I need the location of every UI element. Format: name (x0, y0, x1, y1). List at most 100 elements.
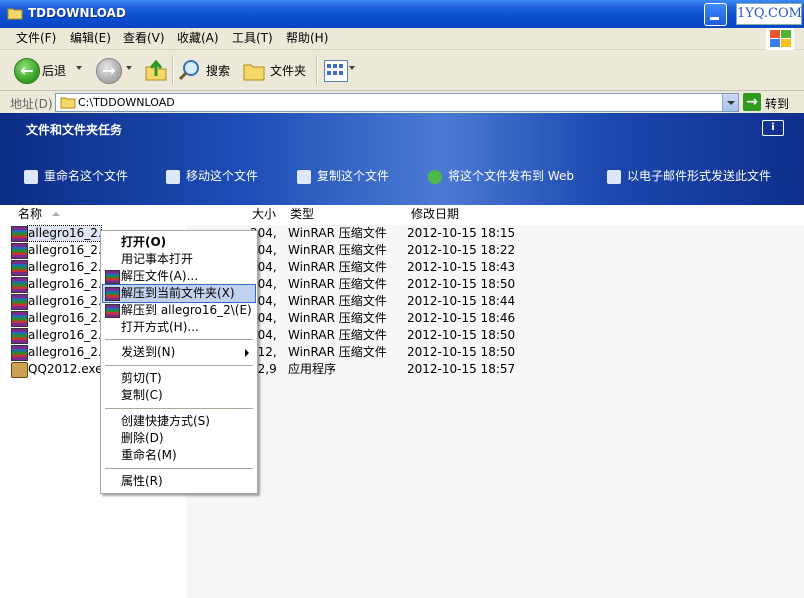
menu-item-label: 重命名(M) (121, 448, 177, 462)
folders-icon[interactable] (242, 60, 266, 82)
file-date: 2012-10-15 18:44 (407, 294, 516, 308)
menu-separator (105, 408, 253, 409)
menu-item-label: 打开方式(H)... (121, 320, 199, 334)
menu-separator (105, 365, 253, 366)
menu-item-label: 用记事本打开 (121, 252, 194, 266)
address-bar: 地址(D) C:\TDDOWNLOAD → 转到 (0, 91, 804, 113)
copy-icon (297, 169, 311, 184)
column-header-date[interactable]: 修改日期 (411, 206, 459, 222)
forward-button[interactable]: → (96, 58, 122, 84)
task-move[interactable]: 移动这个文件 (166, 167, 258, 185)
folder-up-icon[interactable] (144, 58, 168, 82)
winrar-archive-icon (11, 243, 28, 259)
address-label: 地址(D) (10, 97, 53, 111)
task-email[interactable]: 以电子邮件形式发送此文件 (607, 167, 771, 185)
title-bar[interactable]: TDDOWNLOAD 1YQ.COM (0, 0, 804, 28)
arrow-left-icon: ← (20, 61, 34, 80)
menu-item-label: 打开(O) (121, 235, 167, 249)
file-tasks-panel: 文件和文件夹任务 i 重命名这个文件 移动这个文件 复制这个文件 将这个文件发布… (0, 113, 804, 205)
menu-item-label: 发送到(N) (121, 345, 176, 359)
menu-tools[interactable]: 工具(T) (230, 30, 275, 46)
file-type: WinRAR 压缩文件 (288, 243, 387, 257)
task-label: 将这个文件发布到 Web (448, 169, 574, 183)
task-publish-web[interactable]: 将这个文件发布到 Web (428, 167, 574, 185)
menu-item-extract-files[interactable]: 解压文件(A)... (103, 268, 255, 285)
search-icon[interactable] (178, 58, 202, 82)
go-button[interactable]: 转到 (765, 95, 789, 112)
file-date: 2012-10-15 18:57 (407, 362, 516, 376)
file-type: WinRAR 压缩文件 (288, 294, 387, 308)
file-date: 2012-10-15 18:15 (407, 226, 516, 240)
window-title: TDDOWNLOAD (28, 6, 126, 20)
menu-edit[interactable]: 编辑(E) (68, 30, 113, 46)
task-rename[interactable]: 重命名这个文件 (24, 167, 128, 185)
menu-help[interactable]: 帮助(H) (284, 30, 330, 46)
task-label: 移动这个文件 (186, 169, 259, 183)
submenu-arrow-icon (245, 349, 249, 357)
back-button[interactable]: ← (14, 58, 40, 84)
views-icon[interactable] (324, 60, 348, 82)
winrar-archive-icon (11, 311, 28, 327)
file-date: 2012-10-15 18:22 (407, 243, 516, 257)
file-name: allegro16_2.part07 (28, 328, 101, 342)
menu-item-extract-to-folder[interactable]: 解压到 allegro16_2\(E) (103, 302, 255, 319)
menu-item-open-with[interactable]: 打开方式(H)... (103, 319, 255, 336)
file-name: QQ2012.exe (28, 362, 101, 376)
menu-item-label: 剪切(T) (121, 371, 162, 385)
menu-item-open[interactable]: 打开(O) (103, 234, 255, 251)
file-name: allegro16_2.part08 (28, 345, 101, 359)
chevron-down-icon[interactable] (349, 66, 355, 70)
menu-item-copy[interactable]: 复制(C) (103, 387, 255, 404)
info-icon[interactable]: i (762, 120, 784, 136)
menu-favorites[interactable]: 收藏(A) (175, 30, 221, 46)
menu-item-rename[interactable]: 重命名(M) (103, 447, 255, 464)
menu-item-label: 解压到 allegro16_2\(E) (121, 303, 252, 317)
task-copy[interactable]: 复制这个文件 (297, 167, 389, 185)
menu-item-send-to[interactable]: 发送到(N) (103, 344, 255, 361)
file-type: WinRAR 压缩文件 (288, 328, 387, 342)
file-type: WinRAR 压缩文件 (288, 311, 387, 325)
menu-item-create-shortcut[interactable]: 创建快捷方式(S) (103, 413, 255, 430)
move-icon (166, 169, 180, 184)
folders-label[interactable]: 文件夹 (270, 62, 306, 79)
address-input[interactable]: C:\TDDOWNLOAD (55, 93, 739, 112)
winrar-archive-icon (11, 260, 28, 276)
globe-icon (428, 169, 442, 184)
file-date: 2012-10-15 18:50 (407, 328, 516, 342)
menu-view[interactable]: 查看(V) (121, 30, 167, 46)
explorer-window: TDDOWNLOAD 1YQ.COM 文件(F) 编辑(E) 查看(V) 收藏(… (0, 0, 804, 598)
search-label[interactable]: 搜索 (206, 62, 230, 79)
menu-item-label: 复制(C) (121, 388, 163, 402)
column-header-name[interactable]: 名称 (18, 206, 42, 222)
toolbar: ← 后退 → 搜索 文件夹 (0, 50, 804, 91)
address-dropdown-button[interactable] (722, 94, 738, 111)
menu-file[interactable]: 文件(F) (14, 30, 58, 46)
minimize-button[interactable] (704, 3, 727, 26)
menu-item-cut[interactable]: 剪切(T) (103, 370, 255, 387)
file-type: WinRAR 压缩文件 (288, 345, 387, 359)
file-name: allegro16_2.part02 (28, 243, 101, 257)
task-label: 以电子邮件形式发送此文件 (627, 169, 772, 183)
winrar-archive-icon (11, 294, 28, 310)
go-arrow-icon[interactable]: → (743, 93, 761, 111)
toolbar-separator (316, 55, 318, 85)
winrar-icon (105, 287, 120, 301)
chevron-down-icon[interactable] (76, 66, 82, 70)
file-type: WinRAR 压缩文件 (288, 226, 387, 240)
file-date: 2012-10-15 18:46 (407, 311, 516, 325)
menu-item-extract-here[interactable]: 解压到当前文件夹(X) (102, 284, 256, 303)
file-date: 2012-10-15 18:43 (407, 260, 516, 274)
winrar-archive-icon (11, 328, 28, 344)
menu-item-delete[interactable]: 删除(D) (103, 430, 255, 447)
folder-icon (60, 97, 76, 109)
winrar-archive-icon (11, 345, 28, 361)
chevron-down-icon[interactable] (126, 66, 132, 70)
file-date: 2012-10-15 18:50 (407, 277, 516, 291)
menu-item-properties[interactable]: 属性(R) (103, 473, 255, 490)
qq-app-icon (11, 362, 28, 378)
column-header-type[interactable]: 类型 (290, 206, 314, 222)
windows-logo-icon (766, 28, 794, 50)
menu-item-open-notepad[interactable]: 用记事本打开 (103, 251, 255, 268)
file-type: WinRAR 压缩文件 (288, 277, 387, 291)
column-header-size[interactable]: 大小 (252, 206, 276, 222)
